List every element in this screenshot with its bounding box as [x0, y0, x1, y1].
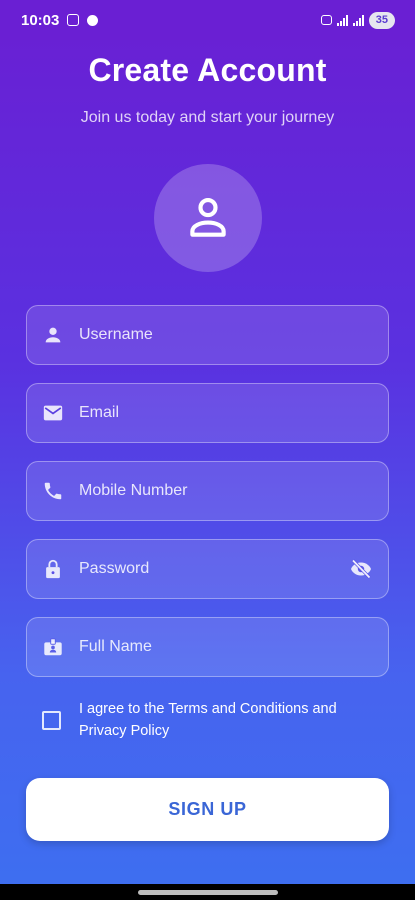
- navigation-bar: [0, 884, 415, 900]
- phone-icon: [41, 479, 65, 503]
- terms-checkbox[interactable]: [42, 711, 61, 730]
- status-left: 10:03: [21, 11, 99, 29]
- avatar[interactable]: [154, 164, 262, 272]
- username-input[interactable]: Username: [79, 326, 374, 344]
- home-indicator[interactable]: [137, 889, 278, 895]
- status-right: 35: [320, 11, 395, 29]
- message-indicator-icon: [320, 15, 332, 25]
- mobile-field[interactable]: Mobile Number: [26, 461, 389, 521]
- badge-icon: [41, 635, 65, 659]
- status-bar: 10:03 35: [0, 0, 415, 40]
- app-notification-icon: [87, 14, 99, 26]
- terms-agreement[interactable]: I agree to the Terms and Conditions and …: [42, 698, 372, 742]
- signup-button[interactable]: SIGN UP: [26, 778, 389, 841]
- signal-icon-2: [352, 14, 364, 26]
- page-subtitle: Join us today and start your journey: [80, 109, 335, 126]
- password-input[interactable]: Password: [79, 560, 348, 578]
- lock-icon: [41, 557, 65, 581]
- person-icon: [190, 198, 226, 237]
- eye-off-icon[interactable]: [348, 557, 374, 581]
- fullname-field[interactable]: Full Name: [26, 617, 389, 677]
- mail-icon: [41, 401, 65, 425]
- mobile-input[interactable]: Mobile Number: [79, 482, 374, 500]
- signal-icon: [336, 14, 348, 26]
- email-field[interactable]: Email: [26, 383, 389, 443]
- email-input[interactable]: Email: [79, 404, 374, 422]
- screenshot-indicator-icon: [67, 14, 80, 26]
- fullname-input[interactable]: Full Name: [79, 638, 374, 656]
- password-field[interactable]: Password: [26, 539, 389, 599]
- status-time: 10:03: [21, 11, 60, 29]
- terms-label[interactable]: I agree to the Terms and Conditions and …: [79, 698, 372, 742]
- username-field[interactable]: Username: [26, 305, 389, 365]
- person-icon: [41, 323, 65, 347]
- battery-indicator: 35: [368, 11, 395, 29]
- page-title: Create Account: [88, 52, 327, 88]
